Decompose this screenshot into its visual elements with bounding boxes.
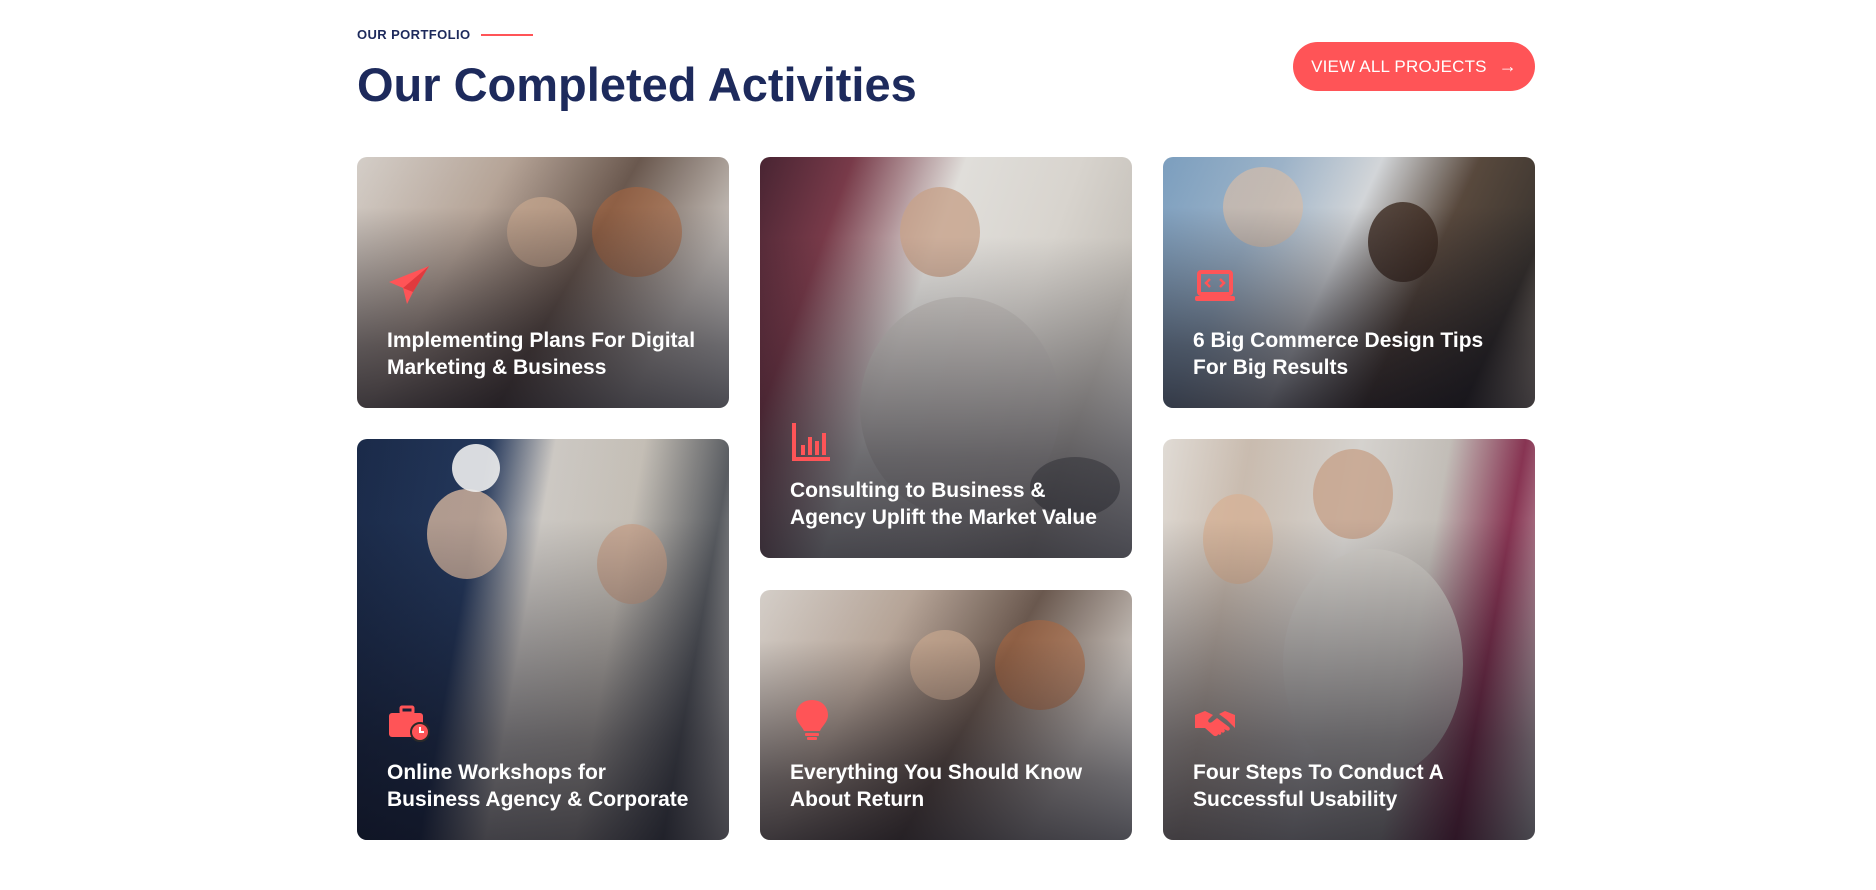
card-title: Online Workshops for Business Agency & C… (387, 761, 689, 811)
view-all-projects-label: VIEW ALL PROJECTS (1311, 56, 1487, 76)
card-title: Implementing Plans For Digital Marketing… (387, 329, 696, 379)
handshake-icon (1195, 711, 1235, 737)
portfolio-card-commerce-design[interactable]: 6 Big Commerce Design Tips For Big Resul… (1163, 157, 1535, 408)
section-eyebrow: OUR PORTFOLIO (357, 27, 533, 42)
bar-chart-icon (792, 423, 830, 461)
card-title: Everything You Should Know About Return (790, 761, 1083, 811)
portfolio-section: OUR PORTFOLIO Our Completed Activities V… (0, 0, 1876, 890)
lightbulb-icon (796, 700, 828, 740)
laptop-code-icon (1195, 270, 1235, 301)
portfolio-card-return[interactable]: Everything You Should Know About Return (760, 590, 1132, 840)
view-all-projects-button[interactable]: VIEW ALL PROJECTS → (1293, 42, 1535, 91)
briefcase-clock-icon (389, 705, 430, 742)
portfolio-card-usability[interactable]: Four Steps To Conduct A Successful Usabi… (1163, 439, 1535, 840)
card-title: Four Steps To Conduct A Successful Usabi… (1193, 761, 1444, 811)
arrow-right-icon: → (1498, 56, 1517, 76)
paper-plane-icon (389, 266, 429, 304)
eyebrow-label: OUR PORTFOLIO (357, 27, 471, 42)
portfolio-card-consulting[interactable]: Consulting to Business & Agency Uplift t… (760, 157, 1132, 558)
section-title: Our Completed Activities (357, 58, 917, 111)
portfolio-card-online-workshops[interactable]: Online Workshops for Business Agency & C… (357, 439, 729, 840)
portfolio-card-digital-marketing[interactable]: Implementing Plans For Digital Marketing… (357, 157, 729, 408)
card-title: Consulting to Business & Agency Uplift t… (790, 479, 1097, 529)
eyebrow-line-decoration (480, 33, 533, 36)
card-title: 6 Big Commerce Design Tips For Big Resul… (1193, 329, 1484, 379)
